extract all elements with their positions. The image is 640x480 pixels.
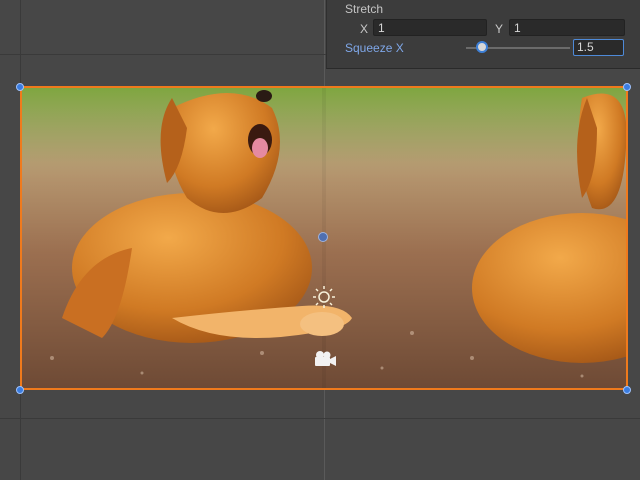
x-label: X (360, 22, 369, 36)
camera-icon[interactable] (312, 349, 338, 374)
resize-handle-top-left[interactable] (16, 83, 24, 91)
squeeze-x-slider-knob[interactable] (475, 41, 488, 53)
resize-handle-bottom-right[interactable] (623, 386, 631, 394)
squeeze-x-field[interactable]: 1.5 (573, 39, 624, 56)
sun-light-icon[interactable] (312, 285, 336, 314)
resize-handle-top-right[interactable] (623, 83, 631, 91)
grid-line (0, 418, 640, 419)
squeeze-x-label: Squeeze X (345, 41, 404, 55)
stretch-x-field[interactable]: 1 (373, 19, 487, 36)
stretch-inspector-panel: Stretch X 1 Y 1 Squeeze X (326, 0, 640, 69)
pivot-icon[interactable] (318, 232, 328, 242)
y-label: Y (495, 22, 504, 36)
stretch-y-field[interactable]: 1 (509, 19, 625, 36)
stretch-section-title: Stretch (345, 2, 384, 16)
resize-handle-bottom-left[interactable] (16, 386, 24, 394)
